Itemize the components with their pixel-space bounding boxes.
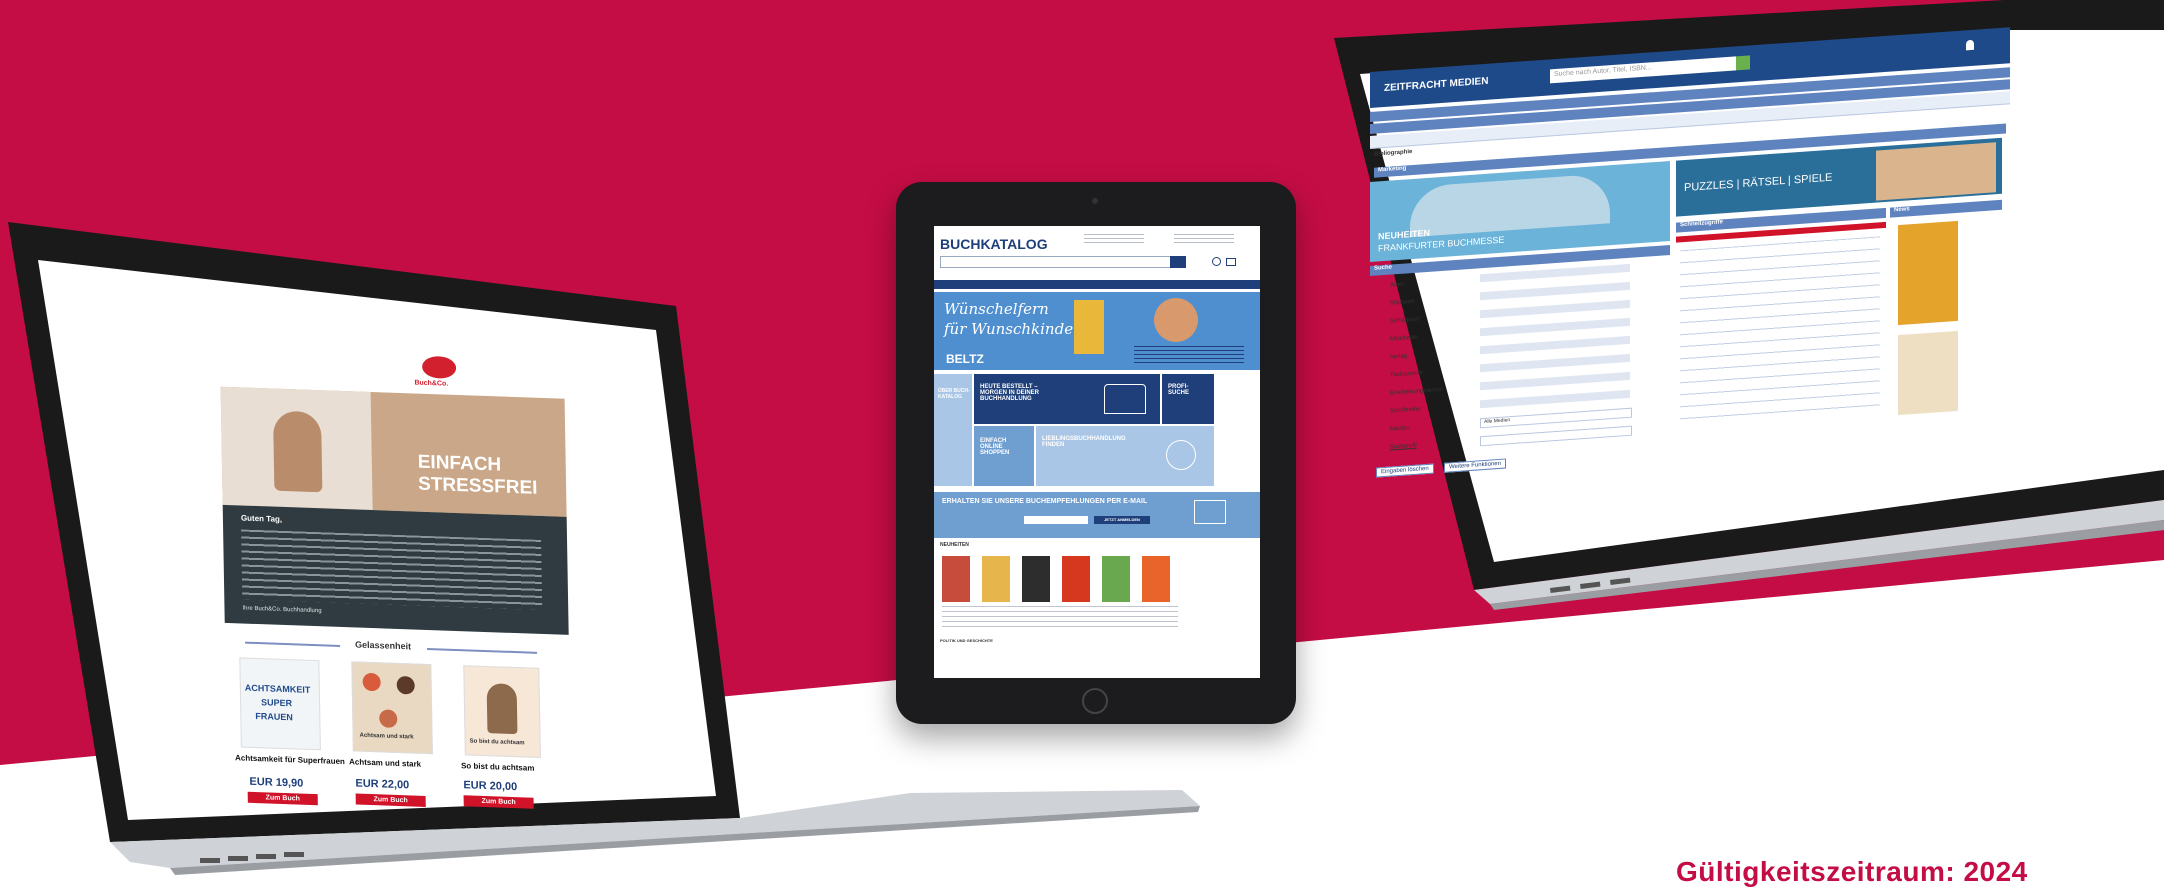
field-label: Medien bbox=[1390, 425, 1410, 433]
banner-2-title: PUZZLES | RÄTSEL | SPIELE bbox=[1684, 171, 1833, 195]
field-input[interactable] bbox=[1480, 281, 1630, 301]
validity-period: Gültigkeitszeitraum: 2024 bbox=[1676, 856, 2028, 887]
field-input[interactable] bbox=[1480, 335, 1630, 355]
field-input[interactable] bbox=[1480, 371, 1630, 391]
laptop-right-screen: ZEITFRACHT MEDIEN Suche nach Autor, Tite… bbox=[1370, 27, 2010, 492]
field-input[interactable] bbox=[1480, 389, 1630, 409]
more-functions-button[interactable]: Weitere Funktionen bbox=[1444, 458, 1506, 473]
field-input[interactable] bbox=[1480, 299, 1630, 319]
field-label: Schriftreihe bbox=[1390, 406, 1421, 415]
media-select-value: Alle Medien bbox=[1484, 417, 1511, 426]
field-label: Suchprofil bbox=[1390, 442, 1417, 451]
field-label: Titelnummer bbox=[1390, 370, 1424, 379]
field-label: Mitarbeiter bbox=[1390, 334, 1419, 343]
zm-breadcrumb[interactable]: Bibliographie bbox=[1374, 149, 1412, 158]
banner-2-photo bbox=[1876, 142, 1996, 201]
field-label: Schlagwort bbox=[1390, 316, 1420, 325]
news-title: News bbox=[1890, 199, 2002, 218]
zm-search-input[interactable]: Suche nach Autor, Titel, ISBN... bbox=[1550, 56, 1736, 84]
field-input[interactable] bbox=[1480, 353, 1630, 373]
field-input[interactable] bbox=[1480, 317, 1630, 337]
banner-book-photo bbox=[1410, 173, 1610, 238]
zm-logo[interactable]: ZEITFRACHT MEDIEN bbox=[1384, 76, 1488, 94]
zm-search-button[interactable] bbox=[1736, 55, 1750, 71]
zm-banner-book-fair[interactable]: NEUHEITEN FRANKFURTER BUCHMESSE bbox=[1370, 161, 1670, 262]
field-input[interactable] bbox=[1480, 425, 1632, 447]
field-label: Stichwort bbox=[1390, 298, 1415, 307]
user-icon[interactable] bbox=[1966, 39, 1974, 51]
clear-inputs-button[interactable]: Eingaben löschen bbox=[1376, 463, 1434, 478]
zm-search-placeholder: Suche nach Autor, Titel, ISBN... bbox=[1554, 64, 1652, 79]
media-select[interactable]: Alle Medien bbox=[1480, 407, 1632, 429]
shortcut-list[interactable] bbox=[1680, 236, 1880, 421]
field-label: Autor bbox=[1390, 281, 1405, 289]
news-book-cover[interactable] bbox=[1898, 220, 1958, 326]
field-label: Erscheinungstermin bbox=[1390, 386, 1444, 397]
field-label: Verlag bbox=[1390, 353, 1408, 361]
news-book-cover[interactable] bbox=[1898, 330, 1958, 416]
